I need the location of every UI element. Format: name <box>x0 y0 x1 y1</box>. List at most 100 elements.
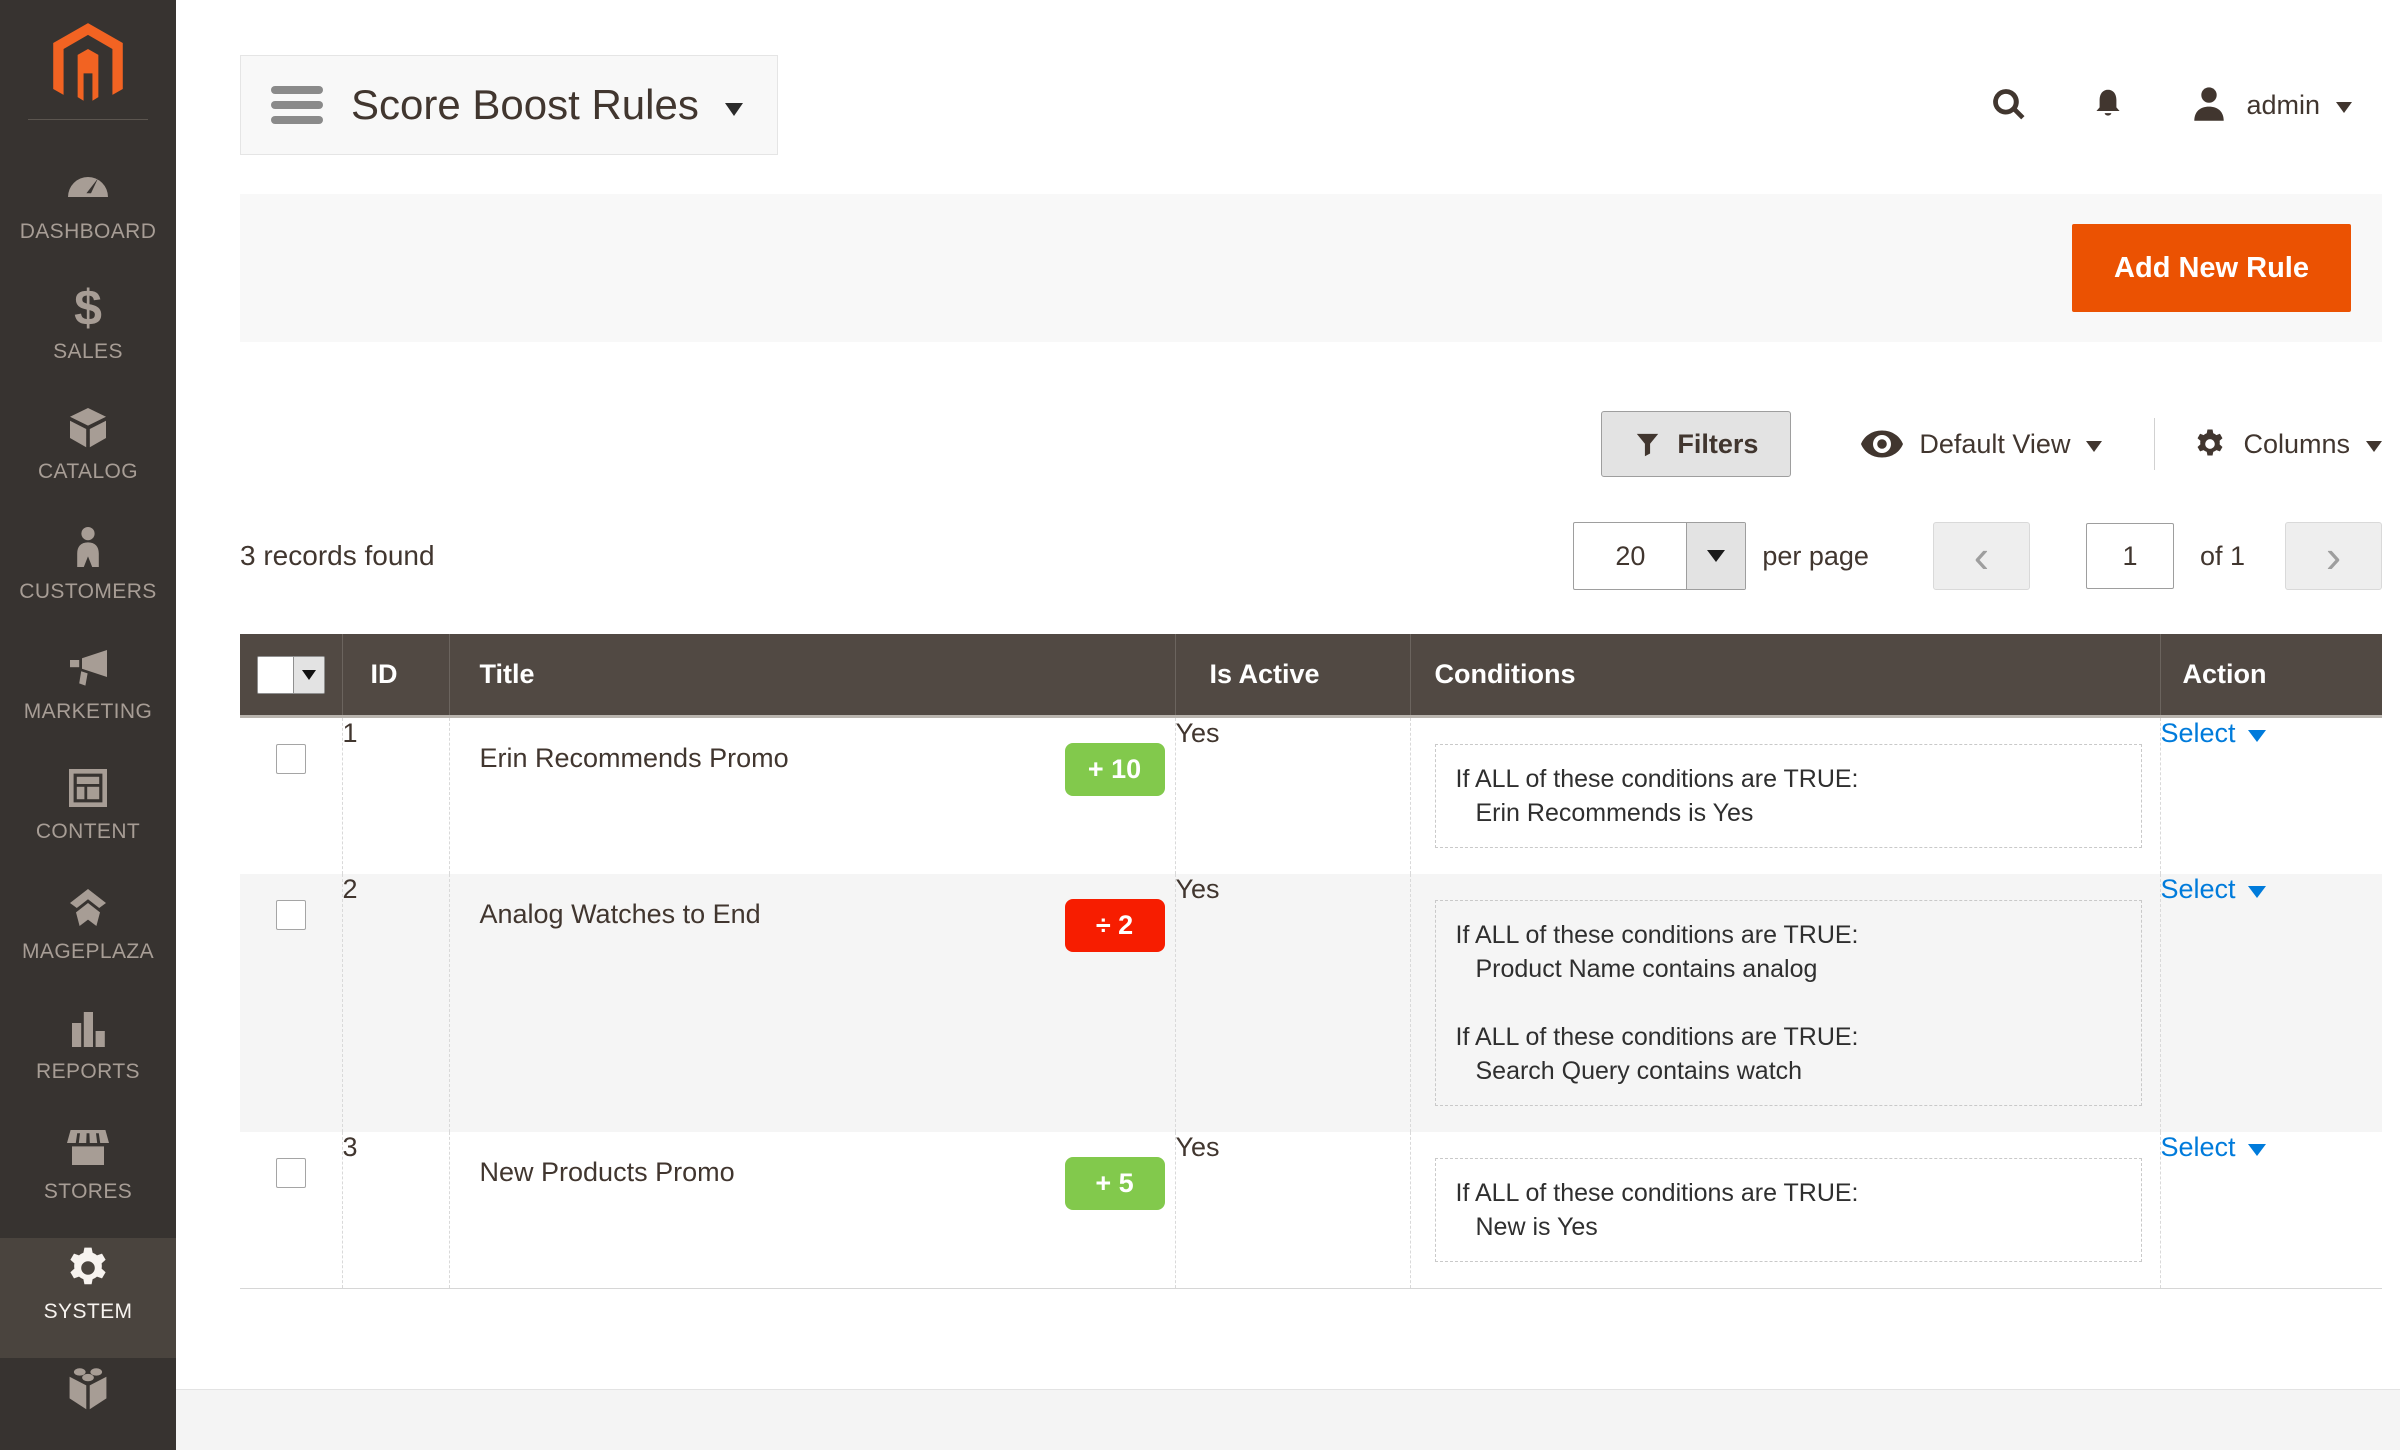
prev-page-button[interactable]: ‹ <box>1933 522 2030 590</box>
user-menu[interactable]: admin <box>2188 84 2352 126</box>
sidebar-item-mageplaza[interactable]: MAGEPLAZA <box>0 878 176 998</box>
sales-icon: $ <box>74 280 102 336</box>
columns-gear-icon <box>2193 427 2227 461</box>
user-icon <box>2188 84 2230 126</box>
records-found: 3 records found <box>240 540 435 572</box>
per-page-select[interactable]: 20 <box>1573 522 1746 590</box>
page-total-label: of 1 <box>2200 541 2245 572</box>
column-header-is-active[interactable]: Is Active <box>1175 634 1410 717</box>
dashboard-icon <box>64 160 112 216</box>
main-content: Score Boost Rules admin <box>176 0 2400 1450</box>
row-checkbox[interactable] <box>276 1158 306 1188</box>
add-new-rule-button[interactable]: Add New Rule <box>2072 224 2351 312</box>
sidebar: DASHBOARD $ SALES CATALOG CUSTOMERS MARKETING… <box>0 0 176 1450</box>
page-title-box: Score Boost Rules <box>240 55 778 155</box>
sidebar-item-label: STORES <box>44 1180 132 1204</box>
column-header-title[interactable]: Title <box>449 634 1175 717</box>
condition-detail: New is Yes <box>1456 1210 2121 1244</box>
sidebar-item-label: CATALOG <box>38 460 138 484</box>
condition-detail: Erin Recommends is Yes <box>1456 796 2121 830</box>
cell-is-active: Yes <box>1175 1132 1410 1289</box>
per-page-label: per page <box>1762 541 1869 572</box>
stores-icon <box>64 1120 112 1176</box>
rule-title: New Products Promo <box>480 1157 735 1188</box>
sidebar-item-stores[interactable]: STORES <box>0 1118 176 1238</box>
column-header-id[interactable]: ID <box>342 634 449 717</box>
cell-id: 3 <box>342 1132 449 1289</box>
table-row: 3New Products Promo+ 5YesIf ALL of these… <box>240 1132 2382 1289</box>
sidebar-item-extensions[interactable] <box>0 1358 176 1450</box>
conditions-box: If ALL of these conditions are TRUE:New … <box>1435 1158 2142 1262</box>
sidebar-item-label: CONTENT <box>36 820 140 844</box>
conditions-box: If ALL of these conditions are TRUE:Prod… <box>1435 900 2142 1106</box>
search-icon[interactable] <box>1990 86 2028 124</box>
column-header-action[interactable]: Action <box>2160 634 2382 717</box>
table-row: 1Erin Recommends Promo+ 10YesIf ALL of t… <box>240 717 2382 875</box>
column-header-conditions[interactable]: Conditions <box>1410 634 2160 717</box>
condition-header: If ALL of these conditions are TRUE: <box>1456 1176 2121 1210</box>
sidebar-item-customers[interactable]: CUSTOMERS <box>0 518 176 638</box>
view-caret-icon <box>2086 441 2102 452</box>
next-page-button[interactable]: › <box>2285 522 2382 590</box>
sidebar-item-reports[interactable]: REPORTS <box>0 998 176 1118</box>
cell-is-active: Yes <box>1175 717 1410 875</box>
sidebar-item-label: CUSTOMERS <box>19 580 156 604</box>
select-all-checkbox[interactable] <box>257 656 325 694</box>
sidebar-item-catalog[interactable]: CATALOG <box>0 398 176 518</box>
rules-table: ID Title Is Active Conditions Action 1Er… <box>240 634 2382 1289</box>
reports-icon <box>64 1000 112 1056</box>
sidebar-item-label: MAGEPLAZA <box>22 940 154 964</box>
cell-id: 1 <box>342 717 449 875</box>
magento-logo-icon[interactable] <box>0 0 176 120</box>
condition-detail: Search Query contains watch <box>1456 1054 2121 1088</box>
cell-id: 2 <box>342 874 449 1132</box>
sidebar-item-content[interactable]: CONTENT <box>0 758 176 878</box>
page-title: Score Boost Rules <box>351 81 699 129</box>
view-switcher[interactable]: Default View <box>1861 429 2102 460</box>
sidebar-item-label: SYSTEM <box>44 1300 133 1324</box>
user-name: admin <box>2246 90 2320 121</box>
sidebar-item-system[interactable]: SYSTEM <box>0 1238 176 1358</box>
sidebar-item-label: SALES <box>53 340 123 364</box>
select-action-link[interactable]: Select <box>2161 874 2266 905</box>
mageplaza-icon <box>64 880 112 936</box>
toolbar-divider <box>2154 418 2155 470</box>
select-action-link[interactable]: Select <box>2161 1132 2266 1163</box>
columns-label: Columns <box>2243 429 2350 460</box>
columns-caret-icon <box>2366 441 2382 452</box>
score-badge: ÷ 2 <box>1065 899 1165 952</box>
select-caret-icon <box>2248 730 2266 742</box>
filters-button[interactable]: Filters <box>1601 411 1791 477</box>
table-row: 2Analog Watches to End÷ 2YesIf ALL of th… <box>240 874 2382 1132</box>
condition-header: If ALL of these conditions are TRUE: <box>1456 918 2121 952</box>
sidebar-item-sales[interactable]: $ SALES <box>0 278 176 398</box>
page-header: Score Boost Rules admin <box>240 54 2382 156</box>
grid-toolbar: Filters Default View Columns <box>240 410 2382 478</box>
page-number-input[interactable] <box>2086 523 2174 589</box>
page-actions-band: Add New Rule <box>240 194 2382 342</box>
customers-icon <box>64 520 112 576</box>
table-header-row: ID Title Is Active Conditions Action <box>240 634 2382 717</box>
row-checkbox[interactable] <box>276 744 306 774</box>
sidebar-item-label: DASHBOARD <box>20 220 157 244</box>
row-checkbox[interactable] <box>276 900 306 930</box>
hamburger-icon[interactable] <box>271 86 323 124</box>
title-caret-icon[interactable] <box>725 103 743 116</box>
rule-title: Analog Watches to End <box>480 899 761 930</box>
notifications-icon[interactable] <box>2090 86 2126 124</box>
sidebar-item-marketing[interactable]: MARKETING <box>0 638 176 758</box>
select-all-caret-icon <box>293 657 324 693</box>
select-action-link[interactable]: Select <box>2161 718 2266 749</box>
sidebar-item-label: REPORTS <box>36 1060 140 1084</box>
grid-summary-row: 3 records found 20 per page ‹ of 1 › <box>240 522 2382 590</box>
content-icon <box>64 760 112 816</box>
system-icon <box>64 1240 112 1296</box>
marketing-icon <box>64 640 112 696</box>
header-icons: admin <box>1990 84 2352 126</box>
condition-header: If ALL of these conditions are TRUE: <box>1456 1020 2121 1054</box>
select-all-box <box>258 657 293 693</box>
score-badge: + 10 <box>1065 743 1165 796</box>
sidebar-item-label: MARKETING <box>24 700 152 724</box>
columns-control[interactable]: Columns <box>2193 427 2382 461</box>
sidebar-item-dashboard[interactable]: DASHBOARD <box>0 158 176 278</box>
